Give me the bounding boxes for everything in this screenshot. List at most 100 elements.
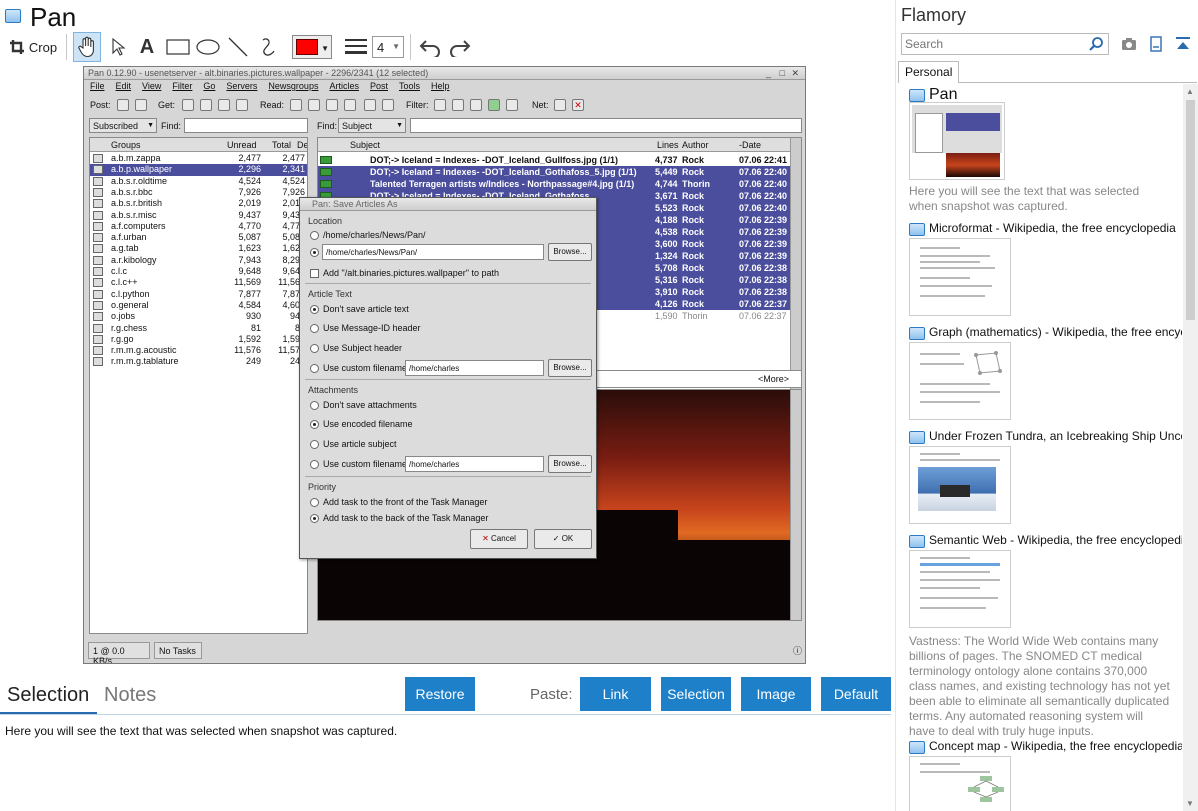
list-item[interactable]: Graph (mathematics) - Wikipedia, the fre… (899, 322, 1182, 426)
notes-tabs-row: Selection Notes Restore Paste: Link Sele… (0, 675, 895, 715)
item-title: Microformat - Wikipedia, the free encycl… (929, 221, 1176, 235)
text-tool-button[interactable]: A (133, 32, 161, 62)
group-name: a.b.s.r.misc (111, 209, 157, 220)
radio-icon (310, 439, 319, 449)
article-lines: 5,523 (655, 203, 678, 213)
selection-text[interactable]: Here you will see the text that was sele… (5, 724, 397, 738)
print-icon (382, 99, 394, 111)
paste-selection-button[interactable]: Selection (661, 677, 731, 711)
item-title: Concept map - Wikipedia, the free encycl… (929, 739, 1182, 753)
restore-button[interactable]: Restore (405, 677, 475, 711)
priority-section-label: Priority (308, 482, 337, 492)
pane-divider[interactable] (895, 0, 896, 811)
group-name: a.b.m.zappa (111, 153, 161, 163)
dialog-radio-option: Don't save article text (310, 304, 409, 314)
color-picker[interactable]: ▼ (292, 35, 332, 59)
article-lines: 1,590 (655, 311, 678, 321)
pan-statusbar: 1 @ 0.0 KB/s No Tasks ⓘ (88, 642, 804, 663)
thumb-concept-map (968, 776, 1004, 802)
paste-default-button[interactable]: Default (821, 677, 891, 711)
thumb-list (915, 113, 943, 153)
article-date: 07.06 22:39 (739, 251, 788, 261)
pan-menu-item: Tools (398, 81, 420, 91)
collapse-up-icon[interactable] (1174, 35, 1192, 53)
flamory-document-icon (909, 327, 925, 340)
line-tool-button[interactable] (224, 32, 252, 62)
rectangle-tool-button[interactable] (164, 32, 192, 62)
attachments-section-label: Attachments (308, 385, 359, 395)
group-name: o.jobs (111, 311, 136, 322)
thumb-line (920, 261, 980, 263)
list-item[interactable]: Pan Here you will see the text that was … (899, 84, 1182, 214)
paste-link-button[interactable]: Link (580, 677, 651, 711)
newsgroup-icon (93, 357, 103, 367)
sidebar-scrollbar[interactable]: ▲ ▼ (1183, 84, 1198, 811)
undo-button[interactable] (416, 32, 444, 62)
redo-button[interactable] (446, 32, 474, 62)
article-author: Thorin (682, 179, 710, 189)
list-item[interactable]: Under Frozen Tundra, an Icebreaking Ship… (899, 426, 1182, 530)
thumb-graph (974, 351, 1002, 375)
group-total: 2,341 (282, 164, 305, 175)
article-lines: 4,126 (655, 299, 678, 309)
tab-personal[interactable]: Personal (898, 61, 959, 83)
group-row: a.r.kibology 7,943 8,298 (90, 255, 307, 266)
group-row: a.g.tab 1,623 1,623 (90, 243, 307, 254)
group-unread: 5,087 (238, 232, 261, 243)
browse-button: Browse... (548, 243, 592, 261)
search-input[interactable] (902, 34, 1088, 54)
scroll-down-icon[interactable]: ▼ (1186, 799, 1194, 808)
group-unread: 9,437 (238, 209, 261, 220)
tab-selection[interactable]: Selection (7, 684, 89, 707)
group-name: c.l.python (111, 288, 150, 299)
newsgroup-icon (93, 255, 103, 265)
ellipse-tool-button[interactable] (194, 32, 222, 62)
group-unread: 11,569 (234, 277, 261, 288)
article-date: 07.06 22:40 (739, 203, 788, 213)
dialog-option-label: Add task to the back of the Task Manager (323, 513, 489, 523)
search-icon[interactable] (1088, 36, 1104, 52)
article-subject: DOT;-> Iceland = Indexes- -DOT_Iceland_G… (370, 167, 637, 177)
document-title: Pan (30, 2, 77, 32)
snapshot-image[interactable]: Pan 0.12.90 - usenetserver - alt.binarie… (83, 66, 806, 664)
group-unread: 9,648 (238, 266, 261, 276)
snapshot-list: Pan Here you will see the text that was … (899, 84, 1182, 811)
group-name: a.b.s.r.british (111, 198, 163, 209)
annotation-toolbar: Crop A ▼ 4 ▼ (0, 32, 895, 62)
list-item[interactable]: Concept map - Wikipedia, the free encycl… (899, 736, 1182, 811)
article-date: 07.06 22:38 (739, 287, 788, 297)
newsgroup-icon (93, 210, 103, 220)
crop-label: Crop (28, 39, 58, 55)
read-icon (308, 99, 320, 111)
thumb-line (920, 255, 990, 257)
newsgroup-icon (93, 199, 103, 209)
scrollbar-thumb[interactable] (1186, 100, 1195, 320)
list-item[interactable]: Microformat - Wikipedia, the free encycl… (899, 218, 1182, 322)
document-icon[interactable] (1147, 35, 1165, 53)
group-unread: 4,524 (238, 175, 261, 186)
group-unread: 2,296 (238, 164, 261, 175)
thumb-line (920, 763, 960, 765)
article-row: DOT;-> Iceland = Indexes- -DOT_Iceland_G… (318, 154, 790, 166)
save-articles-dialog: Pan: Save Articles As Location /home/cha… (299, 197, 597, 559)
thumb-line (920, 579, 1000, 581)
article-author: Rock (682, 167, 705, 177)
group-row: a.b.m.zappa 2,477 2,477 (90, 153, 307, 164)
scroll-up-icon[interactable]: ▲ (1186, 87, 1194, 96)
freehand-tool-button[interactable] (254, 32, 282, 62)
article-lines: 1,324 (655, 251, 678, 261)
article-date: 07.06 22:40 (739, 191, 788, 201)
paste-image-button[interactable]: Image (741, 677, 811, 711)
hand-tool-button[interactable] (73, 32, 101, 62)
thumb-line (920, 771, 990, 773)
list-item[interactable]: Semantic Web - Wikipedia, the free encyc… (899, 530, 1182, 738)
pointer-tool-button[interactable] (104, 32, 132, 62)
thumb-line (920, 383, 990, 385)
line-width-select[interactable]: 4 ▼ (372, 36, 404, 58)
group-name: r.m.m.g.tablature (111, 356, 179, 367)
crop-button[interactable]: Crop (6, 32, 60, 62)
tab-notes[interactable]: Notes (104, 684, 156, 707)
camera-icon[interactable] (1120, 35, 1138, 53)
article-date: 07.06 22:40 (739, 179, 788, 189)
thumb-line (920, 391, 1000, 393)
